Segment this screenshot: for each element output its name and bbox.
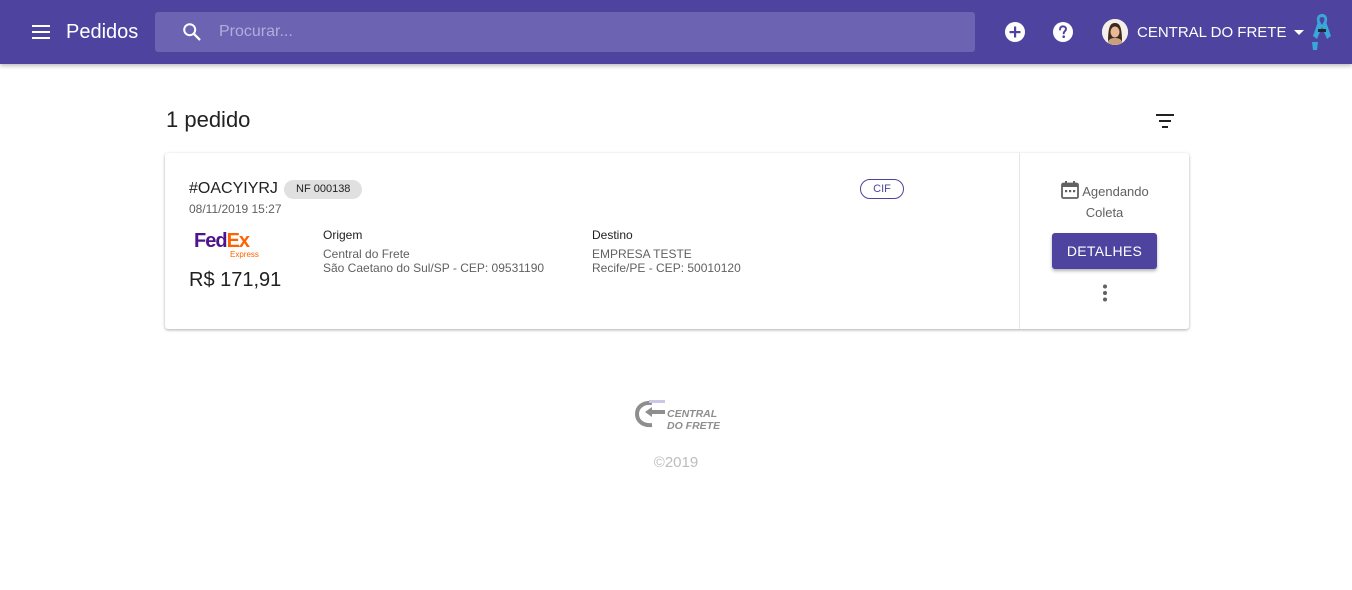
help-button[interactable] — [1050, 19, 1076, 45]
user-name: CENTRAL DO FRETE — [1137, 23, 1287, 41]
filter-button[interactable] — [1152, 108, 1178, 134]
origin-address: São Caetano do Sul/SP - CEP: 09531190 — [323, 261, 545, 275]
invoice-chip: NF 000138 — [284, 180, 363, 199]
copyright: ©2019 — [653, 454, 699, 471]
order-status: Agendando Coleta — [1020, 180, 1189, 223]
origin-label: Origem — [323, 228, 363, 242]
destination-name: EMPRESA TESTE — [592, 247, 692, 261]
menu-icon — [32, 25, 50, 39]
user-menu[interactable]: CENTRAL DO FRETE — [1102, 18, 1305, 46]
page-title: Pedidos — [66, 21, 139, 43]
destination-label: Destino — [592, 228, 633, 242]
destination-block: Destino EMPRESA TESTE Recife/PE - CEP: 5… — [592, 228, 741, 275]
help-icon — [1053, 22, 1073, 42]
status-line-1: Agendando — [1082, 184, 1149, 199]
carrier-logo: FedEx Express — [194, 230, 259, 259]
freight-type-chip: CIF — [860, 179, 904, 199]
add-circle-icon — [1005, 22, 1025, 42]
top-app-bar: Pedidos CENTRAL DO FR — [0, 0, 1352, 64]
svg-text:DO FRETE: DO FRETE — [667, 420, 720, 432]
order-actions: Agendando Coleta DETALHES — [1020, 153, 1189, 329]
order-summary: #OACYIYRJ NF 000138 08/11/2019 15:27 CIF… — [165, 153, 1020, 329]
order-id: #OACYIYRJ — [189, 180, 278, 197]
add-button[interactable] — [1002, 19, 1028, 45]
search-icon — [183, 23, 201, 41]
orders-count: 1 pedido — [166, 107, 251, 132]
status-line-2: Coleta — [1085, 205, 1124, 220]
filter-icon — [1156, 114, 1174, 128]
more-vert-icon — [1103, 284, 1107, 302]
destination-address: Recife/PE - CEP: 50010120 — [592, 261, 741, 275]
order-card: #OACYIYRJ NF 000138 08/11/2019 15:27 CIF… — [165, 153, 1189, 329]
footer-logo: CENTRAL DO FRETE — [634, 398, 721, 432]
details-button[interactable]: DETALHES — [1052, 233, 1157, 269]
calendar-icon — [1061, 181, 1080, 199]
origin-name: Central do Frete — [323, 247, 410, 261]
order-price: R$ 171,91 — [189, 269, 282, 291]
menu-button[interactable] — [26, 16, 58, 48]
search-bar — [155, 12, 975, 52]
avatar — [1102, 19, 1128, 45]
origin-block: Origem Central do Frete São Caetano do S… — [323, 228, 544, 275]
svg-text:CENTRAL: CENTRAL — [667, 408, 717, 420]
caret-down-icon — [1294, 29, 1305, 35]
more-options-button[interactable] — [1093, 281, 1117, 305]
order-date: 08/11/2019 15:27 — [189, 202, 282, 216]
search-input[interactable] — [219, 12, 959, 52]
awareness-ribbon-icon — [1312, 14, 1331, 50]
